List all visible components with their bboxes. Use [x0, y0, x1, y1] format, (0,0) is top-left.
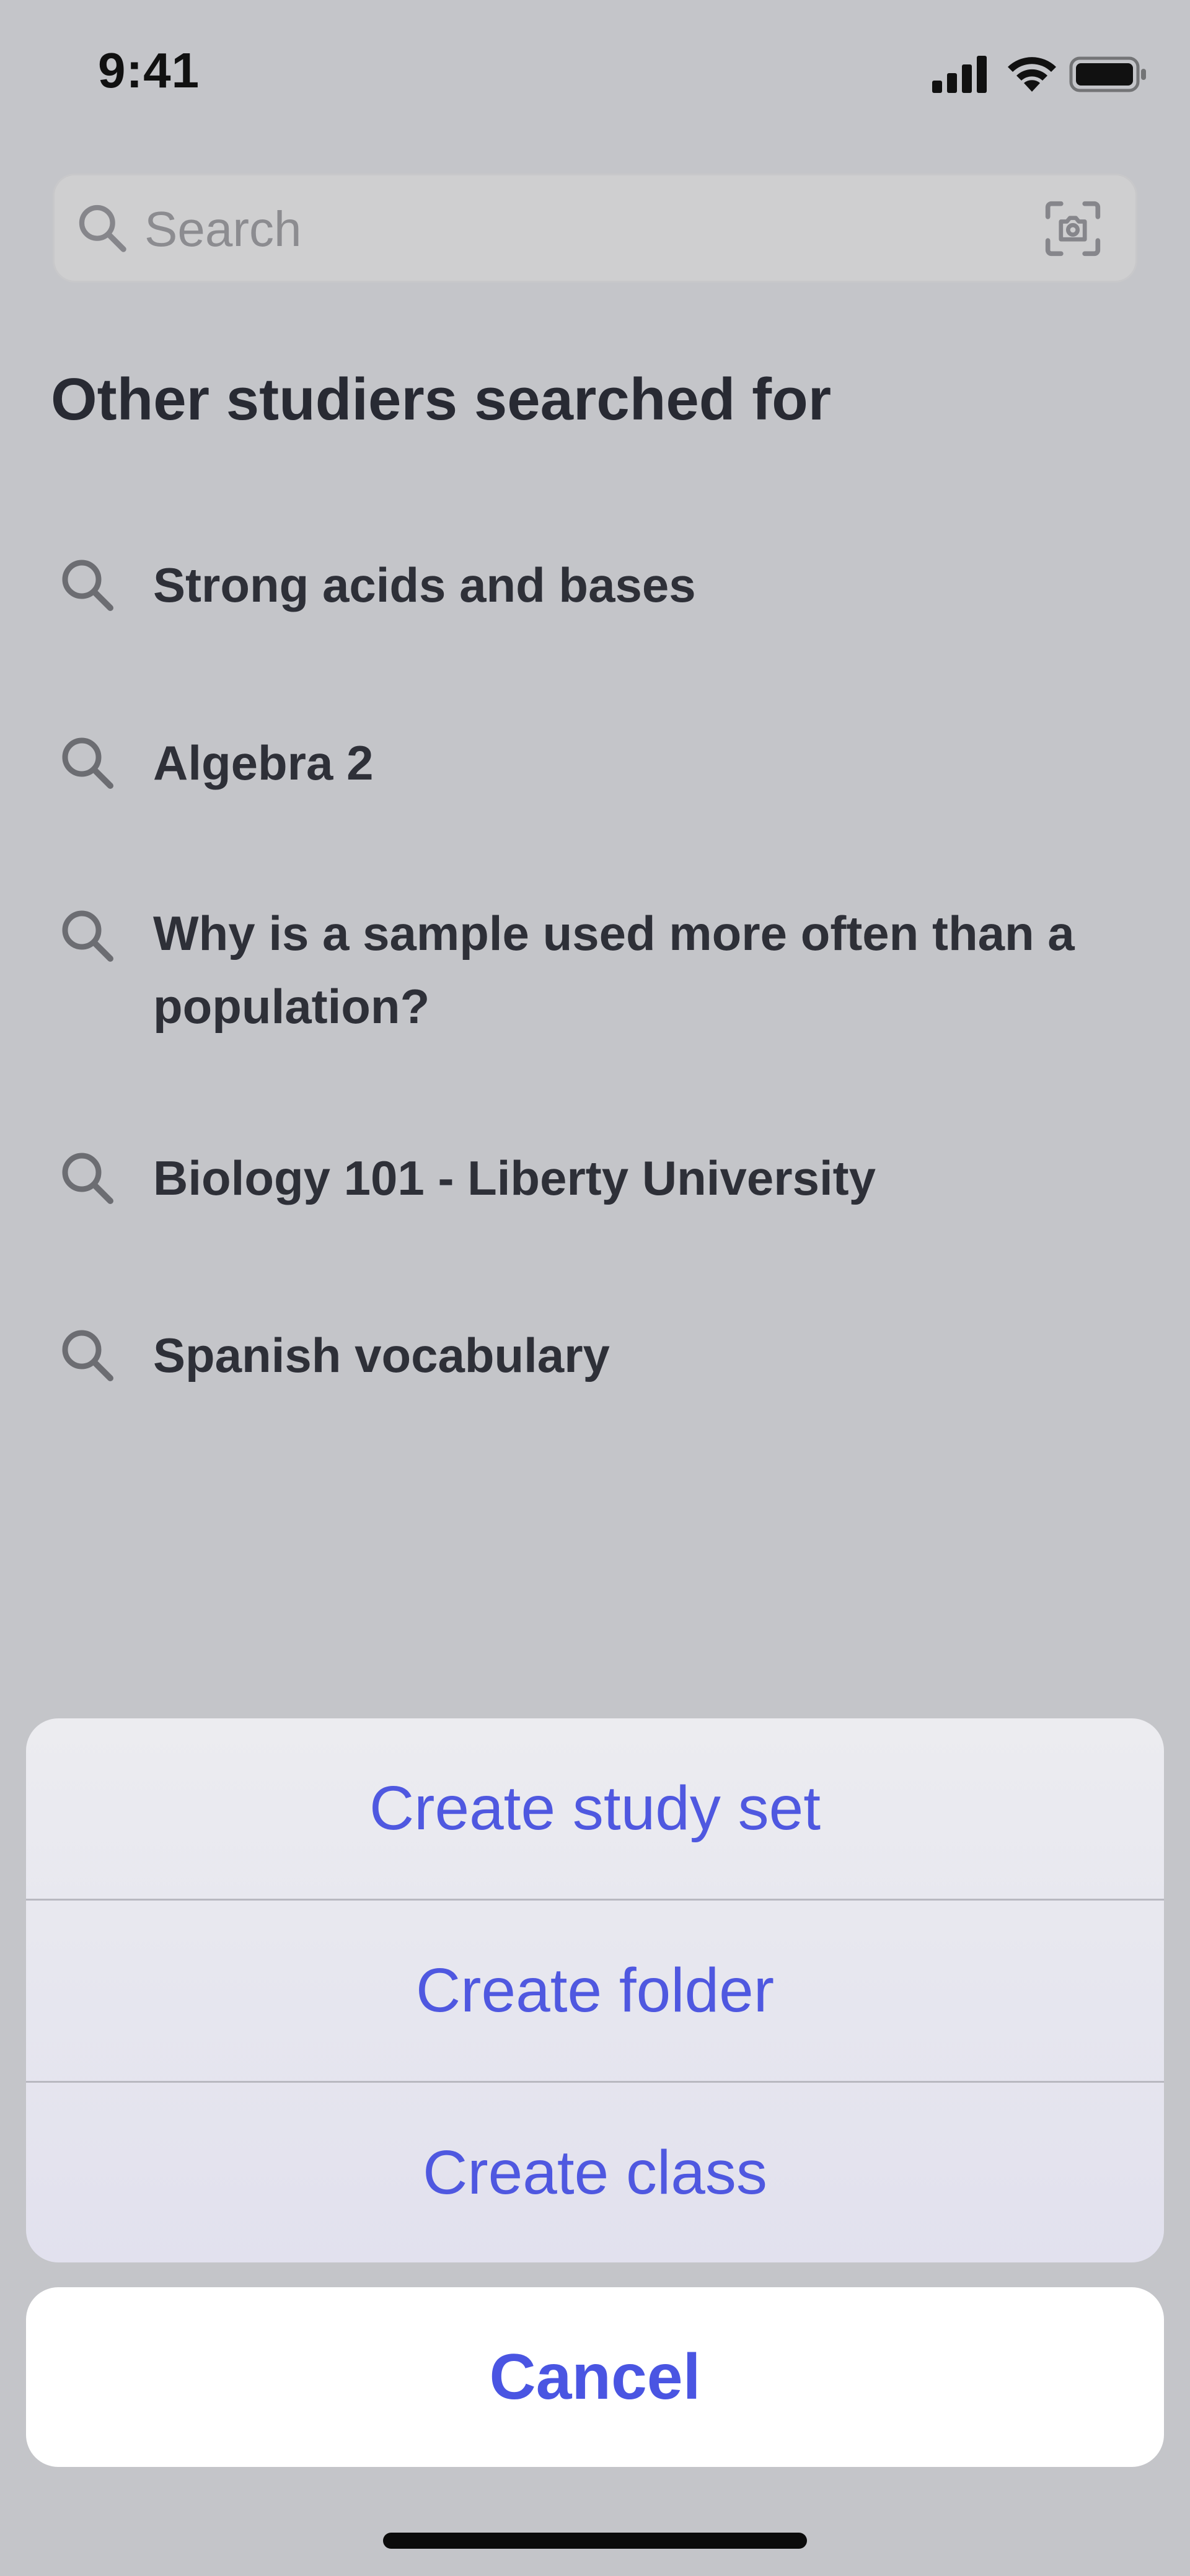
- section-title: Other studiers searched for: [51, 366, 832, 433]
- status-bar: 9:41: [0, 0, 1190, 149]
- home-indicator[interactable]: [383, 2533, 807, 2549]
- action-sheet: Create study set Create folder Create cl…: [26, 1718, 1164, 2262]
- cellular-signal-icon: [932, 56, 987, 93]
- suggestion-label: Why is a sample used more often than a p…: [153, 906, 1075, 1034]
- suggestion-item[interactable]: Biology 101 - Liberty University: [0, 1141, 1190, 1216]
- search-icon: [62, 910, 113, 962]
- suggestion-label: Strong acids and bases: [153, 558, 696, 612]
- search-icon: [62, 737, 113, 789]
- create-study-set-button[interactable]: Create study set: [26, 1718, 1164, 1899]
- suggestion-label: Algebra 2: [153, 736, 374, 790]
- suggestion-label: Spanish vocabulary: [153, 1328, 610, 1383]
- search-icon: [62, 1330, 113, 1381]
- suggestion-item[interactable]: Spanish vocabulary: [0, 1319, 1190, 1393]
- status-icons: [930, 52, 1153, 95]
- suggestion-item[interactable]: Algebra 2: [0, 726, 1190, 801]
- search-icon: [62, 1153, 113, 1204]
- search-input[interactable]: [144, 201, 981, 257]
- search-icon: [62, 560, 113, 611]
- create-class-button[interactable]: Create class: [26, 2083, 1164, 2262]
- status-time: 9:41: [98, 43, 200, 98]
- search-icon: [79, 204, 126, 252]
- suggestion-item[interactable]: Strong acids and bases: [0, 548, 1190, 623]
- search-bar[interactable]: [53, 174, 1137, 283]
- suggestion-item[interactable]: Why is a sample used more often than a p…: [0, 897, 1190, 1043]
- battery-icon: [1069, 56, 1146, 92]
- scan-icon[interactable]: [1043, 199, 1103, 258]
- wifi-icon: [1008, 57, 1056, 92]
- suggestion-label: Biology 101 - Liberty University: [153, 1151, 876, 1205]
- create-folder-button[interactable]: Create folder: [26, 1901, 1164, 2081]
- cancel-button[interactable]: Cancel: [26, 2287, 1164, 2467]
